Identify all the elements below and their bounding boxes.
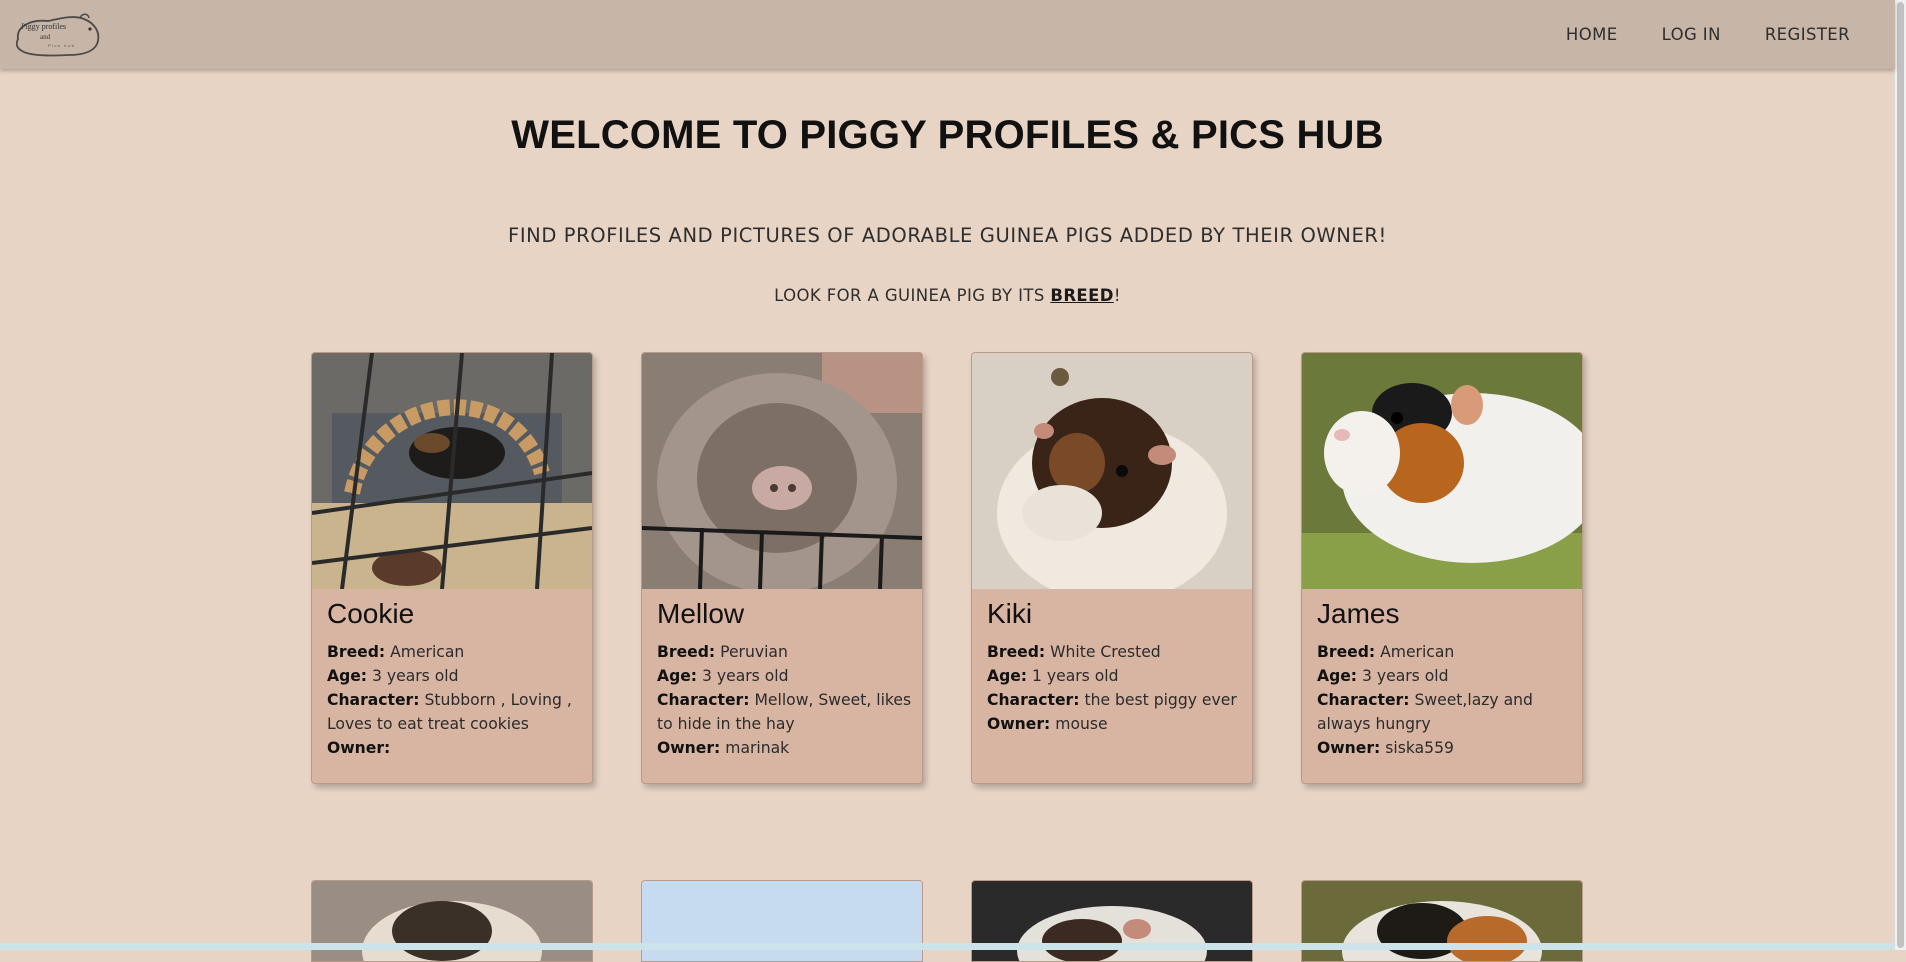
- card-body: Mellow Breed: Peruvian Age: 3 years old …: [657, 596, 913, 760]
- breed-value: White Crested: [1050, 643, 1161, 661]
- owner-label: Owner:: [1317, 739, 1381, 757]
- breed-label: Breed:: [327, 643, 386, 661]
- character-label: Character:: [657, 691, 750, 709]
- guinea-pig-photo: [642, 353, 922, 589]
- age-value: 3 years old: [1362, 667, 1449, 685]
- age-value: 3 years old: [372, 667, 459, 685]
- character-label: Character:: [987, 691, 1080, 709]
- card-owner: Owner: marinak: [657, 736, 913, 760]
- breed-link[interactable]: BREED: [1050, 286, 1114, 305]
- breed-prefix: LOOK FOR A GUINEA PIG BY ITS: [774, 286, 1051, 305]
- page-scrollbar[interactable]: [1894, 0, 1906, 950]
- card-breed: Breed: Peruvian: [657, 640, 913, 664]
- card-pig-name: Cookie: [327, 598, 415, 629]
- card-breed: Breed: White Crested: [987, 640, 1243, 664]
- card-character: Character: Stubborn , Loving , Loves to …: [327, 688, 583, 736]
- breed-value: American: [1380, 643, 1455, 661]
- nav-login-link[interactable]: LOG IN: [1662, 25, 1721, 44]
- breed-label: Breed:: [987, 643, 1046, 661]
- breed-label: Breed:: [1317, 643, 1376, 661]
- profile-card-kiki[interactable]: Kiki Breed: White Crested Age: 1 years o…: [971, 352, 1253, 784]
- age-value: 3 years old: [702, 667, 789, 685]
- guinea-pig-photo: [972, 353, 1252, 589]
- logo-text-1: Piggy profiles: [21, 22, 66, 31]
- character-value: the best piggy ever: [1084, 691, 1237, 709]
- card-pig-name: Kiki: [987, 598, 1033, 629]
- navbar: Piggy profiles and Pics hub HOME LOG IN …: [0, 0, 1895, 69]
- page-subtitle: FIND PROFILES AND PICTURES OF ADORABLE G…: [508, 224, 1387, 247]
- breed-suffix: !: [1113, 286, 1121, 305]
- owner-value: siska559: [1385, 739, 1454, 757]
- card-age: Age: 3 years old: [327, 664, 583, 688]
- profile-card-mellow[interactable]: Mellow Breed: Peruvian Age: 3 years old …: [641, 352, 923, 784]
- card-owner: Owner:: [327, 736, 583, 760]
- card-owner: Owner: mouse: [987, 712, 1243, 736]
- page-title: WELCOME TO PIGGY PROFILES & PICS HUB: [511, 113, 1384, 157]
- guinea-pig-photo: [312, 353, 592, 589]
- guinea-pig-photo: [1302, 353, 1582, 589]
- profile-card-james[interactable]: James Breed: American Age: 3 years old C…: [1301, 352, 1583, 784]
- card-character: Character: the best piggy ever: [987, 688, 1243, 712]
- card-character: Character: Mellow, Sweet, likes to hide …: [657, 688, 913, 736]
- character-label: Character:: [327, 691, 420, 709]
- card-breed: Breed: American: [327, 640, 583, 664]
- scrollbar-thumb[interactable]: [1897, 2, 1904, 948]
- breed-label: Breed:: [657, 643, 716, 661]
- logo-text-3: Pics hub: [48, 43, 75, 48]
- owner-label: Owner:: [657, 739, 721, 757]
- card-breed: Breed: American: [1317, 640, 1573, 664]
- nav-links: HOME LOG IN REGISTER: [1566, 0, 1895, 69]
- age-label: Age:: [987, 667, 1028, 685]
- card-age: Age: 3 years old: [1317, 664, 1573, 688]
- logo-text-2: and: [40, 33, 51, 41]
- owner-label: Owner:: [327, 739, 391, 757]
- age-label: Age:: [657, 667, 698, 685]
- age-value: 1 years old: [1032, 667, 1119, 685]
- card-body: Cookie Breed: American Age: 3 years old …: [327, 596, 583, 760]
- profile-card-cookie[interactable]: Cookie Breed: American Age: 3 years old …: [311, 352, 593, 784]
- card-character: Character: Sweet,lazy and always hungry: [1317, 688, 1573, 736]
- bottom-strip: [0, 943, 1895, 950]
- card-owner: Owner: siska559: [1317, 736, 1573, 760]
- breed-value: Peruvian: [720, 643, 788, 661]
- card-pig-name: Mellow: [657, 598, 745, 629]
- character-label: Character:: [1317, 691, 1410, 709]
- nav-home-link[interactable]: HOME: [1566, 25, 1618, 44]
- card-body: James Breed: American Age: 3 years old C…: [1317, 596, 1573, 760]
- owner-value: mouse: [1055, 715, 1108, 733]
- logo[interactable]: Piggy profiles and Pics hub: [10, 9, 102, 59]
- age-label: Age:: [1317, 667, 1358, 685]
- breed-search-line: LOOK FOR A GUINEA PIG BY ITS BREED!: [0, 286, 1895, 305]
- age-label: Age:: [327, 667, 368, 685]
- card-age: Age: 3 years old: [657, 664, 913, 688]
- card-age: Age: 1 years old: [987, 664, 1243, 688]
- card-body: Kiki Breed: White Crested Age: 1 years o…: [987, 596, 1243, 736]
- nav-register-link[interactable]: REGISTER: [1765, 25, 1850, 44]
- breed-value: American: [390, 643, 465, 661]
- card-pig-name: James: [1317, 598, 1400, 629]
- owner-label: Owner:: [987, 715, 1051, 733]
- owner-value: marinak: [725, 739, 790, 757]
